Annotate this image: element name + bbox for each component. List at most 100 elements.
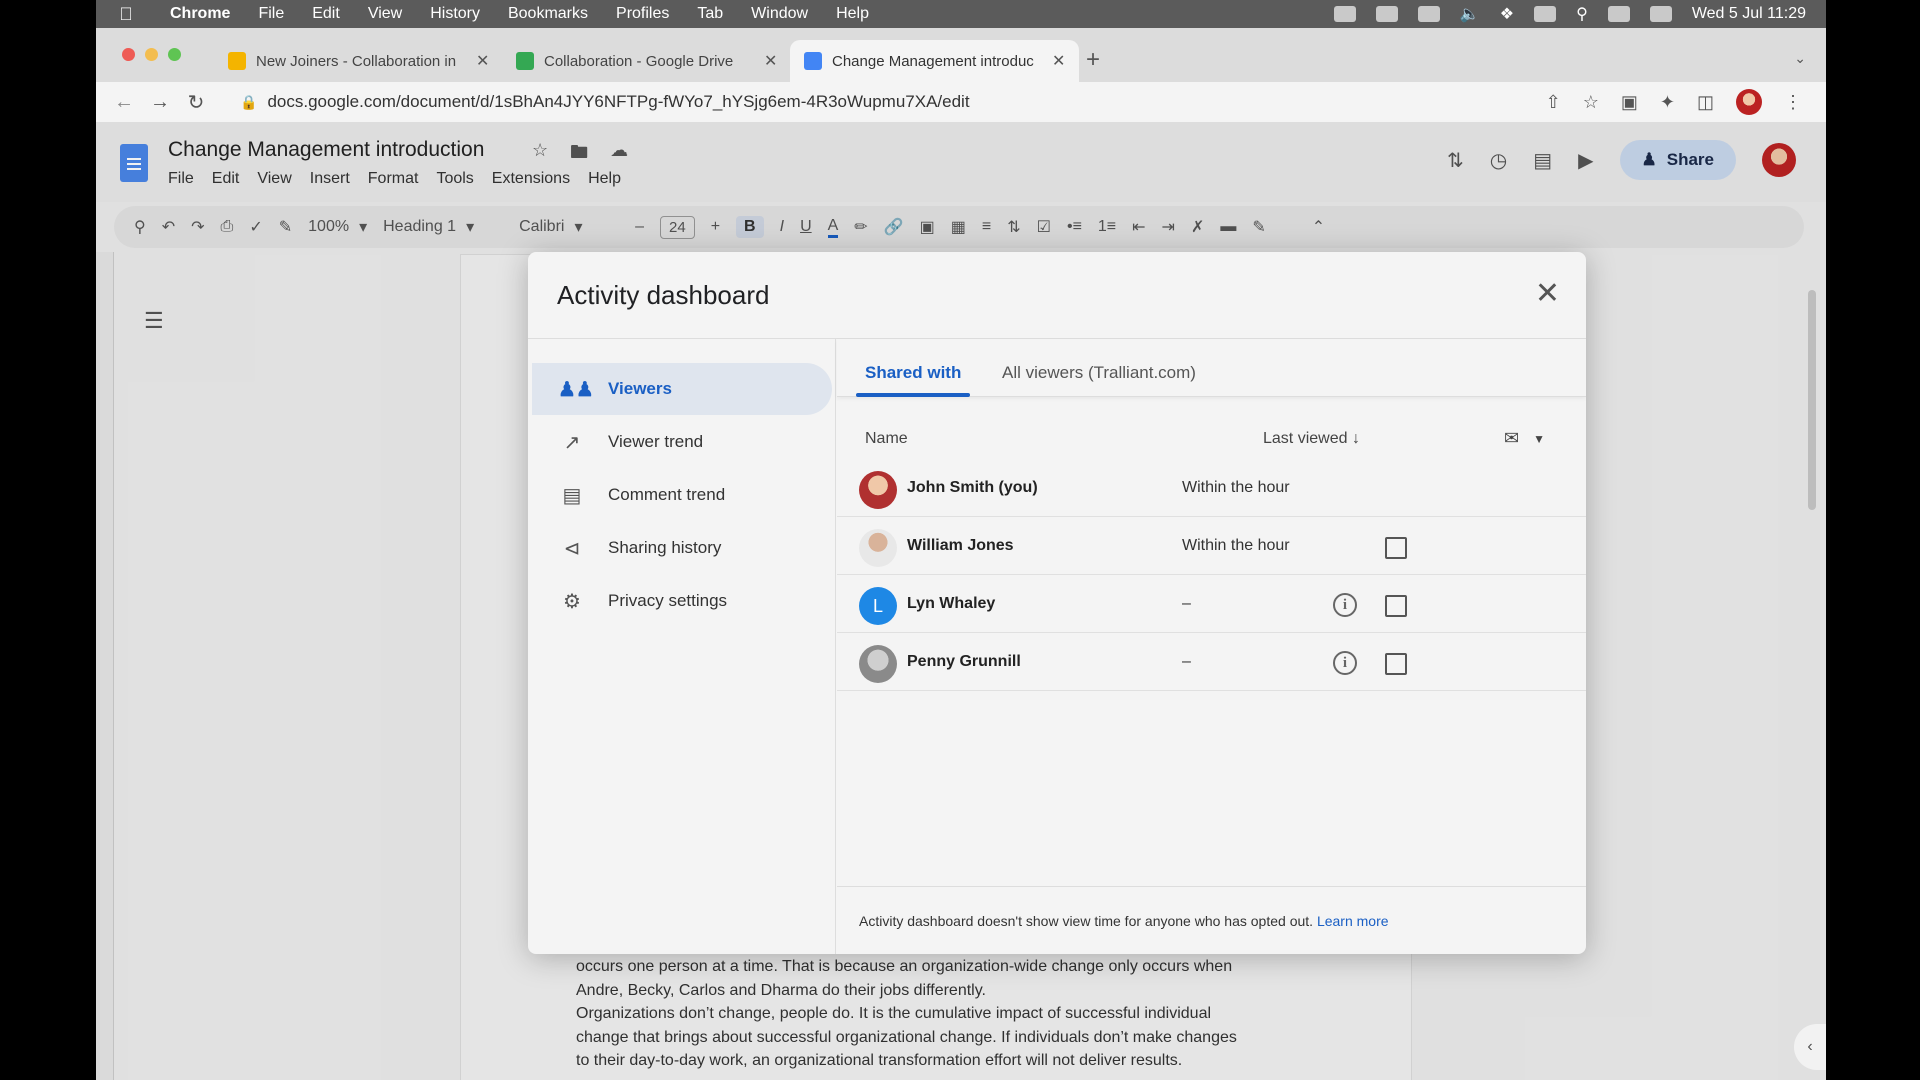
tray-icon[interactable] [1417,6,1440,22]
menu-profiles[interactable]: Profiles [602,5,683,23]
control-center-icon[interactable] [1649,6,1672,22]
browser-tab[interactable]: Collaboration - Google Drive ✕ [502,40,791,82]
table-row: L Lyn Whaley – i [837,576,1586,633]
email-viewers-menu[interactable]: ✉ ▼ [1504,428,1545,449]
close-tab-icon[interactable]: ✕ [1052,51,1065,71]
browser-actions: ⇧ ☆ ▣ ✦ ◫ ⋮ [1546,89,1826,115]
tab-title: Change Management introduc [832,52,1034,70]
close-icon[interactable]: ✕ [1535,276,1560,311]
nav-item-comment-trend[interactable]: ▤ Comment trend [532,469,832,521]
tray-icon[interactable] [1375,6,1398,22]
avatar [859,529,897,567]
footer-message: Activity dashboard doesn't show view tim… [859,913,1389,929]
reload-icon[interactable]: ↻ [178,90,214,115]
lock-icon[interactable]: 🔒 [240,94,257,111]
menu-view[interactable]: View [354,5,416,23]
slides-favicon-icon [228,52,246,70]
email-checkbox[interactable] [1385,595,1407,617]
close-tab-icon[interactable]: ✕ [764,51,777,71]
menu-tab[interactable]: Tab [683,5,737,23]
browser-tab[interactable]: New Joiners - Collaboration in ✕ [214,40,503,82]
side-panel-icon[interactable]: ◫ [1697,92,1714,113]
apple-icon[interactable]:  [96,4,156,25]
info-icon[interactable]: i [1333,593,1357,617]
profile-avatar[interactable] [1736,89,1762,115]
menu-file[interactable]: File [244,5,298,23]
menu-edit[interactable]: Edit [298,5,354,23]
email-checkbox[interactable] [1385,653,1407,675]
trend-icon: ↗ [563,431,581,454]
new-tab-icon[interactable]: + [1086,46,1100,74]
more-menu-icon[interactable]: ⋮ [1784,92,1802,113]
status-tray: 🔈 ❖ ⚲ Wed 5 Jul 11:29 [1333,4,1826,24]
viewer-last-viewed: – [1182,653,1191,670]
viewer-name: John Smith (you) [907,479,1038,496]
screenshot-icon[interactable]: ▣ [1621,92,1638,113]
column-header-name: Name [865,430,908,447]
minimize-window-icon[interactable] [145,48,158,61]
email-icon: ✉ [1504,428,1520,448]
people-icon: ♟♟ [558,378,594,401]
clock[interactable]: Wed 5 Jul 11:29 [1692,5,1806,23]
nav-item-label: Privacy settings [608,591,728,610]
learn-more-link[interactable]: Learn more [1317,913,1389,929]
address-bar: ← → ↻ 🔒 docs.google.com/document/d/1sBhA… [96,82,1826,122]
tab-title: Collaboration - Google Drive [544,52,734,70]
url-field[interactable]: 🔒 docs.google.com/document/d/1sBhAn4JYY6… [226,86,1546,118]
nav-item-label: Comment trend [608,485,726,504]
viewer-name: Penny Grunnill [907,653,1021,670]
menu-chrome[interactable]: Chrome [156,5,244,23]
battery-icon[interactable] [1534,6,1557,22]
nav-item-viewer-trend[interactable]: ↗ Viewer trend [532,416,832,468]
viewer-last-viewed: – [1182,595,1191,612]
menu-bookmarks[interactable]: Bookmarks [494,5,602,23]
gear-icon: ⚙ [563,590,581,613]
avatar [859,645,897,683]
column-header-last-viewed[interactable]: Last viewed ↓ [1263,430,1360,448]
column-header-label: Last viewed [1263,430,1348,447]
menu-window[interactable]: Window [737,5,822,23]
avatar: L [859,587,897,625]
avatar [859,471,897,509]
tab-strip: New Joiners - Collaboration in ✕ Collabo… [96,28,1826,82]
menu-help[interactable]: Help [822,5,883,23]
tray-icon[interactable] [1607,6,1630,22]
email-checkbox[interactable] [1385,537,1407,559]
browser-tab-active[interactable]: Change Management introduc ✕ [790,40,1080,82]
volume-icon[interactable]: 🔈 [1460,4,1480,24]
maximize-window-icon[interactable] [168,48,181,61]
docs-favicon-icon [804,52,822,70]
tab-title: New Joiners - Collaboration in [256,52,457,70]
dialog-title: Activity dashboard [557,280,770,310]
search-icon[interactable]: ⚲ [1576,4,1588,24]
viewer-name: Lyn Whaley [907,595,996,612]
tab-shared-with[interactable]: Shared with [865,363,961,383]
menu-history[interactable]: History [416,5,494,23]
nav-item-privacy-settings[interactable]: ⚙ Privacy settings [532,575,832,627]
footer-text: Activity dashboard doesn't show view tim… [859,913,1314,929]
table-row: William Jones Within the hour [837,518,1586,575]
url-text: docs.google.com/document/d/1sBhAn4JYY6NF… [267,92,970,111]
comment-icon: ▤ [562,484,582,507]
tab-all-viewers[interactable]: All viewers (Tralliant.com) [1002,363,1196,383]
nav-item-label: Viewers [608,379,672,398]
forward-icon[interactable]: → [142,91,178,114]
back-icon[interactable]: ← [106,91,142,114]
viewer-last-viewed: Within the hour [1182,479,1290,496]
close-tab-icon[interactable]: ✕ [476,51,489,71]
bookmark-star-icon[interactable]: ☆ [1583,92,1599,113]
info-icon[interactable]: i [1333,651,1357,675]
screen:  Chrome File Edit View History Bookmark… [96,0,1826,1080]
share-page-icon[interactable]: ⇧ [1546,92,1561,113]
nav-item-sharing-history[interactable]: ⊲ Sharing history [532,522,832,574]
nav-item-viewers[interactable]: ♟♟ Viewers [532,363,832,415]
table-row: Penny Grunnill – i [837,634,1586,691]
bluetooth-icon[interactable]: ❖ [1500,4,1514,24]
activity-dashboard-dialog: Activity dashboard ✕ ♟♟ Viewers ↗ Viewer… [528,252,1586,954]
tray-icon[interactable] [1333,6,1356,22]
extensions-icon[interactable]: ✦ [1660,92,1675,113]
dashboard-nav: ♟♟ Viewers ↗ Viewer trend ▤ Comment tren… [528,339,836,954]
share-icon: ⊲ [563,537,581,560]
tab-search-chevron-icon[interactable]: ⌄ [1794,50,1806,67]
close-window-icon[interactable] [122,48,135,61]
